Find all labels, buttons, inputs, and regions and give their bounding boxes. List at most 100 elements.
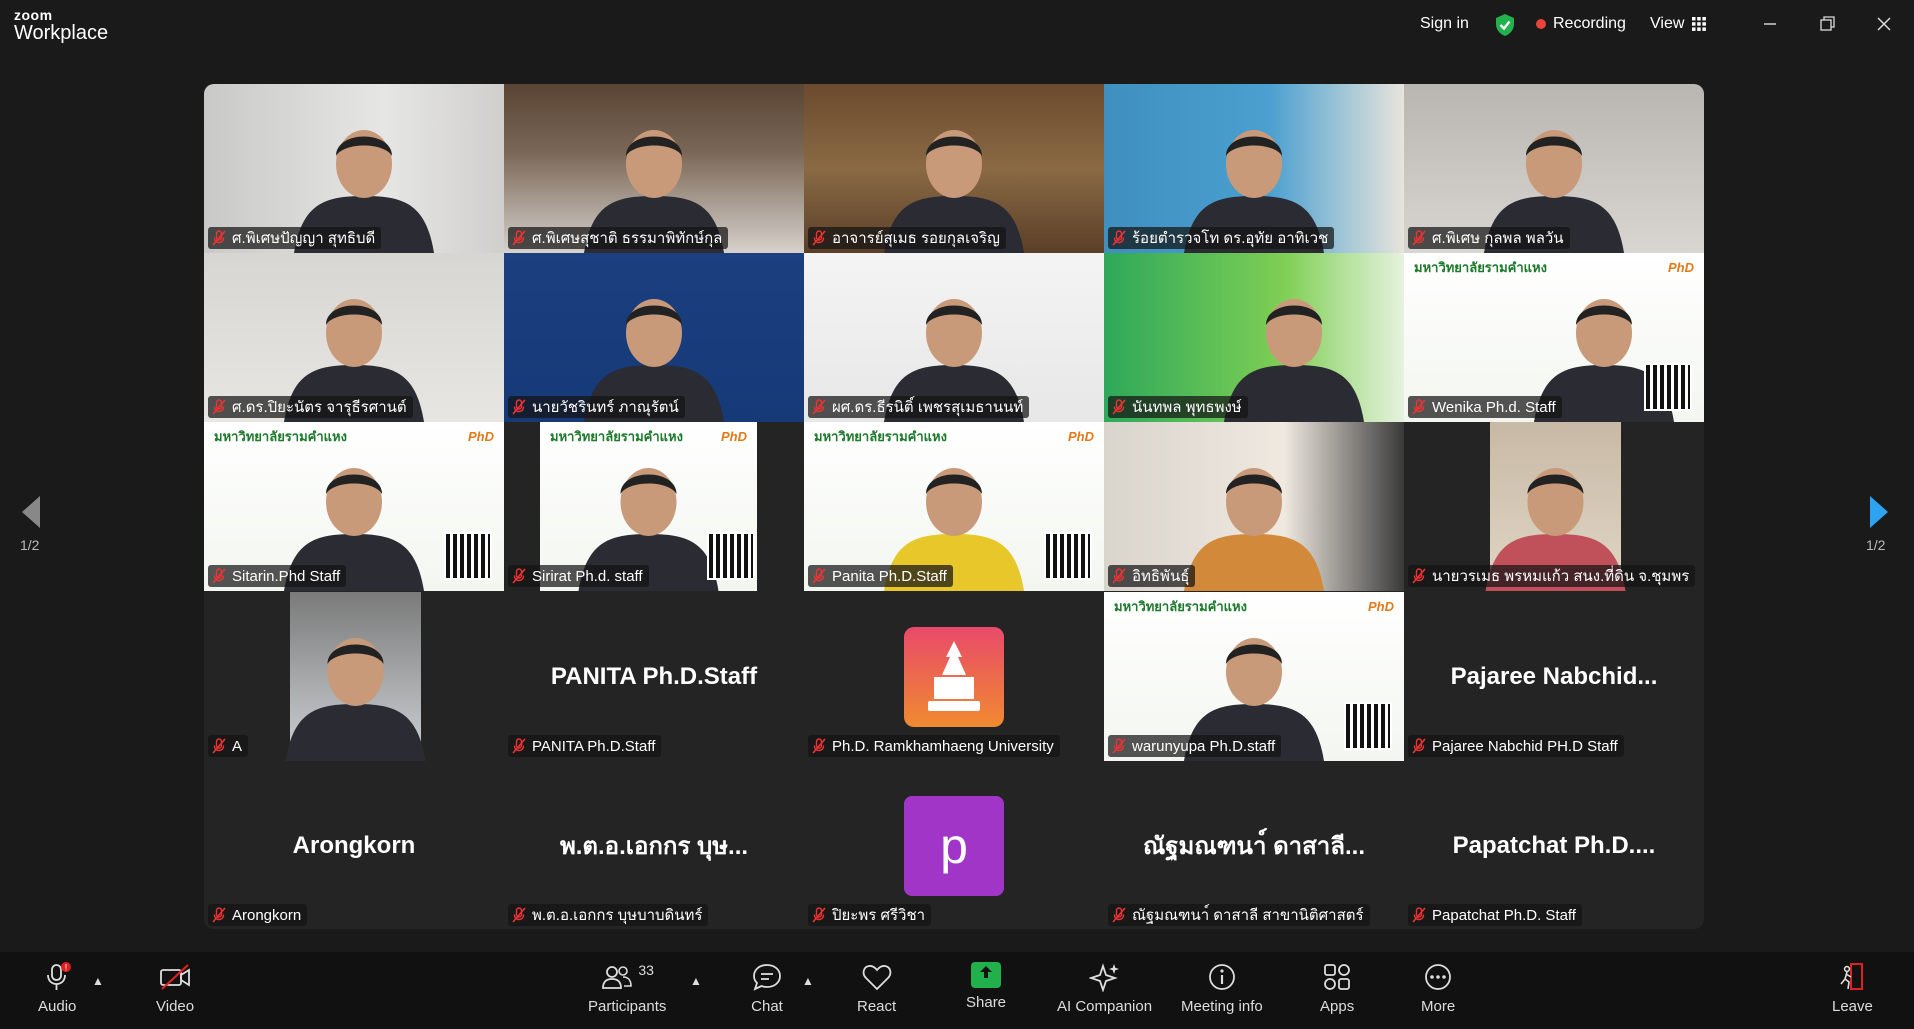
close-icon[interactable] xyxy=(1872,12,1896,36)
svg-text:!: ! xyxy=(65,963,68,973)
mic-muted-icon xyxy=(512,230,526,246)
audio-button[interactable]: ! Audio xyxy=(38,962,76,1015)
mic-muted-icon xyxy=(1412,907,1426,923)
view-button[interactable]: View xyxy=(1650,15,1707,33)
participants-button[interactable]: 33 Participants xyxy=(588,962,666,1015)
phd-slide-banner: มหาวิทยาลัยรามคำแหง PhD xyxy=(804,424,1104,448)
next-page-arrow-icon[interactable] xyxy=(1864,482,1894,542)
participant-tile[interactable]: มหาวิทยาลัยรามคำแหง PhD Panita Ph.D.Staff xyxy=(804,422,1104,591)
participant-name: Arongkorn xyxy=(232,906,302,924)
slide-university-title: มหาวิทยาลัยรามคำแหง xyxy=(1114,598,1247,614)
share-button[interactable]: Share xyxy=(966,962,1006,1011)
participants-options-caret-icon[interactable]: ▲ xyxy=(690,974,702,988)
audio-options-caret-icon[interactable]: ▲ xyxy=(92,974,104,988)
participant-tile[interactable]: อิทธิพันธุ์ xyxy=(1104,422,1404,591)
qr-code-icon xyxy=(444,532,492,580)
phd-slide-banner: มหาวิทยาลัยรามคำแหง PhD xyxy=(1104,594,1404,618)
video-off-icon xyxy=(160,964,190,990)
participant-tile[interactable]: พ.ต.อ.เอกกร บุษ... พ.ต.อ.เอกกร บุษบาบดินท… xyxy=(504,761,804,929)
participant-tile[interactable]: Papatchat Ph.D.... Papatchat Ph.D. Staff xyxy=(1404,761,1704,929)
participant-tile[interactable]: นายวรเมธ พรหมแก้ว สนง.ที่ดิน จ.ชุมพร xyxy=(1404,422,1704,591)
more-button[interactable]: More xyxy=(1421,962,1455,1015)
participant-tile[interactable]: มหาวิทยาลัยรามคำแหง PhD Sitarin.Phd Staff xyxy=(204,422,504,591)
leave-label: Leave xyxy=(1832,998,1873,1015)
participant-name: Ph.D. Ramkhamhaeng University xyxy=(832,737,1054,755)
participant-tile[interactable]: PANITA Ph.D.Staff PANITA Ph.D.Staff xyxy=(504,592,804,761)
participant-tile[interactable]: Arongkorn Arongkorn xyxy=(204,761,504,929)
participant-tile[interactable]: ศ.พิเศษปัญญา สุทธิบดี xyxy=(204,84,504,253)
leave-button[interactable]: Leave xyxy=(1832,962,1873,1015)
participant-tile[interactable]: มหาวิทยาลัยรามคำแหง PhD Wenika Ph.d. Staff xyxy=(1404,253,1704,422)
mic-muted-icon xyxy=(1112,907,1126,923)
sign-in-button[interactable]: Sign in xyxy=(1420,15,1469,33)
participant-name-label: ปิยะพร ศรีวิชา xyxy=(808,904,932,926)
participant-name-label: พ.ต.อ.เอกกร บุษบาบดินทร์ xyxy=(508,904,709,926)
mic-muted-icon xyxy=(512,738,526,754)
participant-name: นันทพล พุทธพงษ์ xyxy=(1132,399,1242,416)
ai-companion-button[interactable]: AI Companion xyxy=(1057,962,1152,1015)
participant-tile[interactable]: นายวัชรินทร์ ภาณุรัตน์ xyxy=(504,253,804,422)
minimize-icon[interactable] xyxy=(1758,12,1782,36)
participant-name-label: ศ.ดร.ปิยะนัตร จารุธีรศานต์ xyxy=(208,396,413,418)
mic-muted-icon xyxy=(212,230,226,246)
participant-name: ปิยะพร ศรีวิชา xyxy=(832,907,926,924)
participant-name-label: ศ.พิเศษปัญญา สุทธิบดี xyxy=(208,227,382,249)
participant-name: ศ.พิเศษสุชาติ ธรรมาพิทักษ์กุล xyxy=(532,230,723,247)
video-button[interactable]: Video xyxy=(156,962,194,1015)
phd-logo: PhD xyxy=(1368,598,1394,614)
participant-tile[interactable]: ศ.ดร.ปิยะนัตร จารุธีรศานต์ xyxy=(204,253,504,422)
participant-name: ณัฐมณฑนา์ ดาสาลี สาขานิติศาสตร์ xyxy=(1132,907,1364,924)
security-shield-icon[interactable] xyxy=(1494,13,1516,37)
participant-tile[interactable]: ศ.พิเศษ กุลพล พลวัน xyxy=(1404,84,1704,253)
meeting-info-label: Meeting info xyxy=(1181,998,1263,1015)
participant-tile[interactable]: ศ.พิเศษสุชาติ ธรรมาพิทักษ์กุล xyxy=(504,84,804,253)
participant-tile[interactable]: ผศ.ดร.ธีรนิติ์ เพชรสุเมธานนท์ xyxy=(804,253,1104,422)
phd-logo: PhD xyxy=(468,428,494,444)
mic-muted-icon xyxy=(1412,230,1426,246)
chat-button[interactable]: Chat xyxy=(751,962,783,1015)
participant-name: ร้อยตำรวจโท ดร.อุทัย อาทิเวช xyxy=(1132,230,1329,247)
mic-muted-icon xyxy=(1412,399,1426,415)
brand-large: Workplace xyxy=(14,22,109,44)
chat-icon xyxy=(753,964,781,991)
slide-university-title: มหาวิทยาลัยรามคำแหง xyxy=(814,428,947,444)
recording-dot-icon xyxy=(1536,19,1546,29)
grid-view-icon xyxy=(1692,17,1707,31)
participant-tile[interactable]: นันทพล พุทธพงษ์ xyxy=(1104,253,1404,422)
apps-button[interactable]: Apps xyxy=(1320,962,1354,1015)
participant-tile[interactable]: ณัฐมณฑนา์ ดาสาลี... ณัฐมณฑนา์ ดาสาลี สาขา… xyxy=(1104,761,1404,929)
react-button[interactable]: React xyxy=(857,962,896,1015)
participant-tile[interactable]: ร้อยตำรวจโท ดร.อุทัย อาทิเวช xyxy=(1104,84,1404,253)
participant-tile[interactable]: มหาวิทยาลัยรามคำแหง PhD Sirirat Ph.d. staf… xyxy=(504,422,804,591)
apps-label: Apps xyxy=(1320,998,1355,1015)
mic-muted-icon xyxy=(812,568,826,584)
participants-label: Participants xyxy=(588,998,667,1015)
meeting-toolbar: ! Audio ▲ Video 33 Participants ▲ Chat ▲… xyxy=(0,952,1914,1029)
participant-name-label: ศ.พิเศษสุชาติ ธรรมาพิทักษ์กุล xyxy=(508,227,729,249)
meeting-info-button[interactable]: Meeting info xyxy=(1181,962,1263,1015)
participant-tile[interactable]: มหาวิทยาลัยรามคำแหง PhD warunyupa Ph.D.sta… xyxy=(1104,592,1404,761)
participant-tile[interactable]: Pajaree Nabchid... Pajaree Nabchid PH.D S… xyxy=(1404,592,1704,761)
mic-muted-icon xyxy=(812,907,826,923)
mic-muted-icon xyxy=(1412,738,1426,754)
participant-name-label: Papatchat Ph.D. Staff xyxy=(1408,904,1582,926)
page-indicator-right: 1/2 xyxy=(1866,537,1886,553)
slide-university-title: มหาวิทยาลัยรามคำแหง xyxy=(1414,259,1547,275)
participant-name-label: Sirirat Ph.d. staff xyxy=(508,565,649,587)
chat-options-caret-icon[interactable]: ▲ xyxy=(802,974,814,988)
recording-indicator[interactable]: Recording xyxy=(1536,15,1626,33)
previous-page-arrow-icon[interactable] xyxy=(16,482,46,542)
participant-name: Panita Ph.D.Staff xyxy=(832,567,947,585)
participant-tile[interactable]: p ปิยะพร ศรีวิชา xyxy=(804,761,1104,929)
participant-name-label: Pajaree Nabchid PH.D Staff xyxy=(1408,735,1624,757)
recording-label: Recording xyxy=(1553,15,1626,32)
phd-slide-banner: มหาวิทยาลัยรามคำแหง PhD xyxy=(204,424,504,448)
microphone-icon: ! xyxy=(47,962,72,990)
restore-icon[interactable] xyxy=(1815,12,1839,36)
participant-name: A xyxy=(232,737,243,755)
mic-muted-icon xyxy=(1112,399,1126,415)
participant-tile[interactable]: Ph.D. Ramkhamhaeng University xyxy=(804,592,1104,761)
participant-tile[interactable]: A xyxy=(204,592,504,761)
mic-muted-icon xyxy=(1112,738,1126,754)
participant-tile[interactable]: อาจารย์สุเมธ รอยกุลเจริญ xyxy=(804,84,1104,253)
